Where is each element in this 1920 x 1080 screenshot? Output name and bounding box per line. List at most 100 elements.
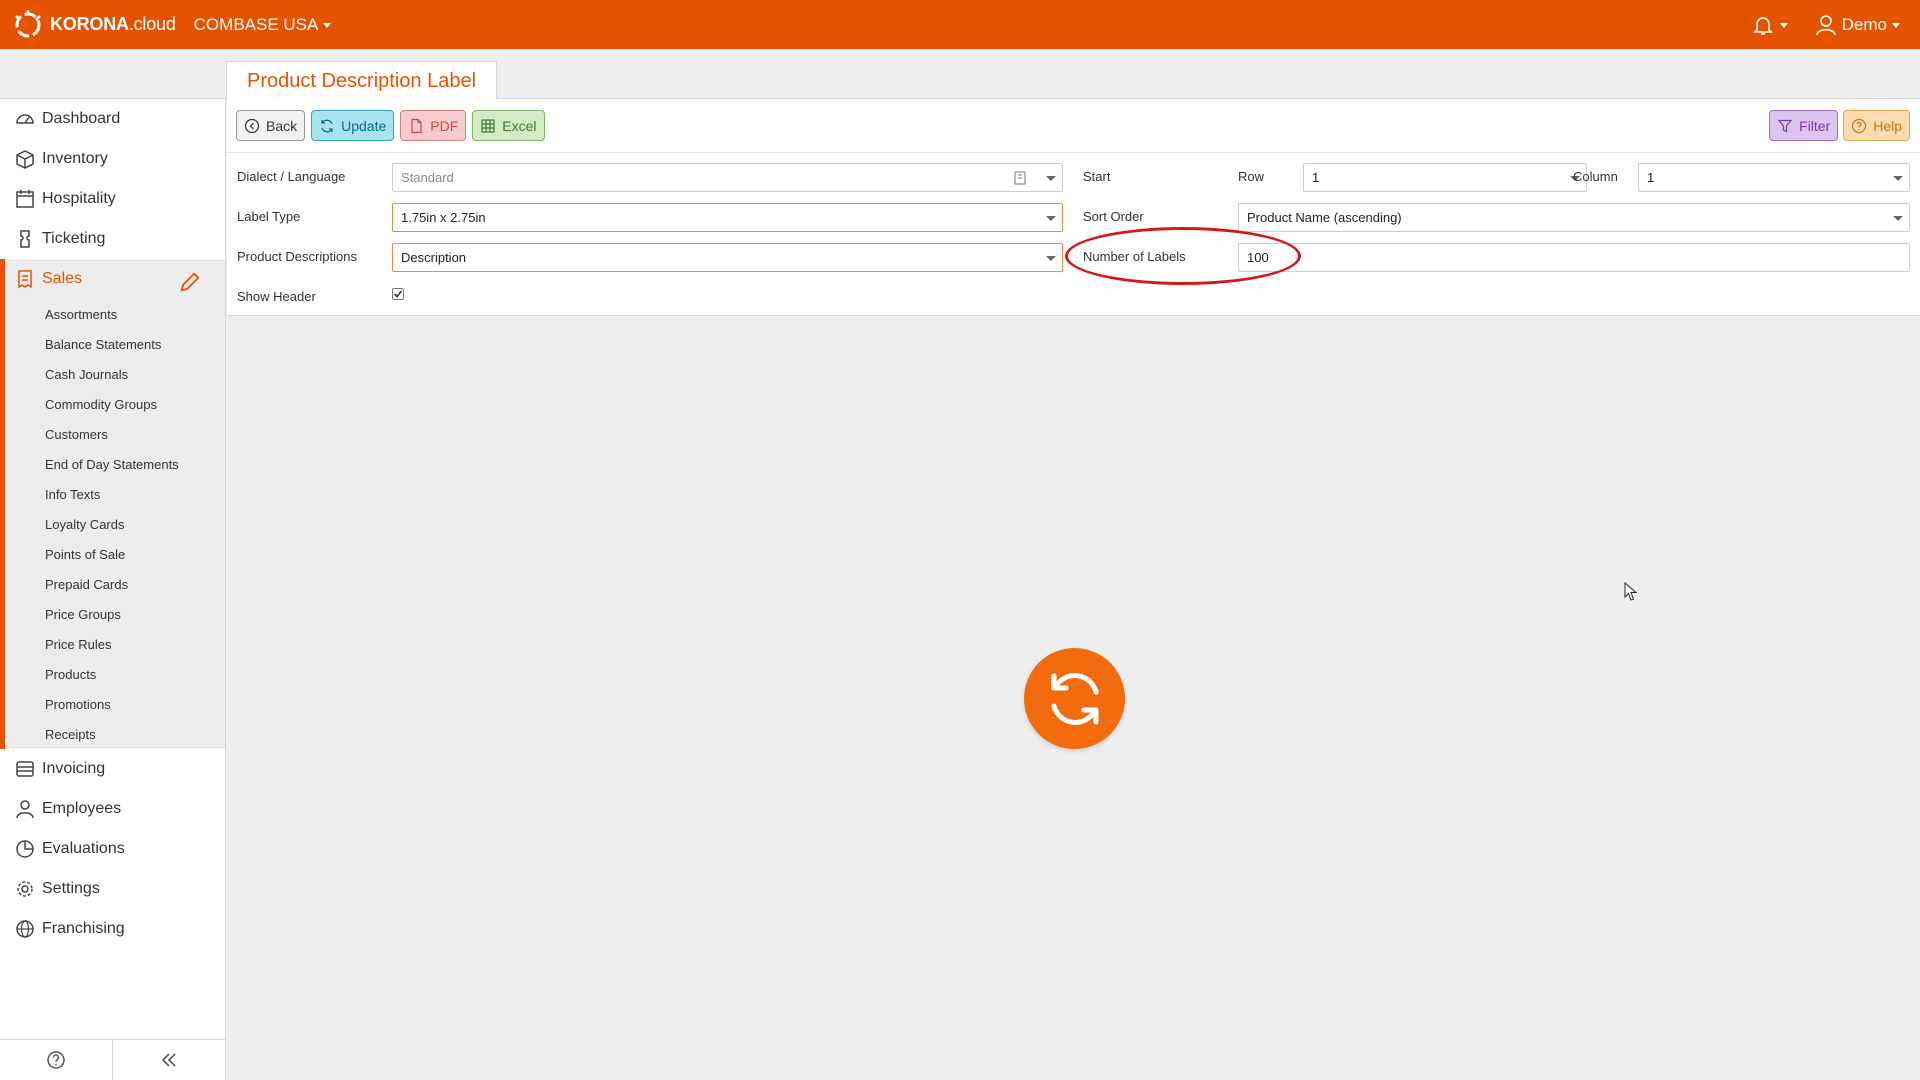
tab-strip: Product Description Label xyxy=(226,49,1920,100)
report-panel: Back Update PDF Excel Filter Help Dialec… xyxy=(227,99,1920,316)
database-icon xyxy=(1014,171,1026,185)
sidebar-subitem-points-of-sale[interactable]: Points of Sale xyxy=(5,539,225,569)
dialect-select[interactable]: Standard xyxy=(392,163,1063,192)
sidebar-subitem-products[interactable]: Products xyxy=(5,659,225,689)
chevron-down-icon xyxy=(1892,23,1900,28)
box-icon xyxy=(16,150,34,169)
toolbar-divider xyxy=(227,152,1920,153)
sidebar-item-label: Hospitality xyxy=(42,190,116,207)
show-header-checkbox[interactable] xyxy=(392,288,404,300)
sidebar-subitem-price-rules[interactable]: Price Rules xyxy=(5,629,225,659)
sidebar-item-ticketing[interactable]: Ticketing xyxy=(0,219,225,259)
collapse-sidebar-button[interactable] xyxy=(112,1040,225,1080)
sidebar-item-franchising[interactable]: Franchising xyxy=(0,909,225,949)
globe-icon xyxy=(16,920,34,938)
sidebar-item-label: Evaluations xyxy=(42,840,125,857)
ticket-icon xyxy=(20,230,30,248)
sidebar-item-sales[interactable]: Sales xyxy=(5,259,225,299)
excel-button[interactable]: Excel xyxy=(472,110,545,141)
sidebar-subitem-price-groups[interactable]: Price Groups xyxy=(5,599,225,629)
dialect-label: Dialect / Language xyxy=(237,169,346,184)
back-button[interactable]: Back xyxy=(236,110,306,141)
sidebar: Dashboard Inventory Hospitality Ticketin… xyxy=(0,98,226,1080)
sort-order-label: Sort Order xyxy=(1083,209,1144,224)
sidebar-item-settings[interactable]: Settings xyxy=(0,869,225,909)
sidebar-subitem-loyalty-cards[interactable]: Loyalty Cards xyxy=(5,509,225,539)
sidebar-subitem-customers[interactable]: Customers xyxy=(5,419,225,449)
sidebar-subitem-end-of-day-statements[interactable]: End of Day Statements xyxy=(5,449,225,479)
user-name: Demo xyxy=(1841,14,1887,34)
double-chevron-left-icon xyxy=(161,1053,176,1067)
sidebar-item-label: Dashboard xyxy=(42,110,121,127)
korona-logo-icon xyxy=(15,9,41,37)
tab-product-description-label[interactable]: Product Description Label xyxy=(226,61,498,100)
sidebar-footer xyxy=(0,1039,225,1080)
start-label: Start xyxy=(1083,169,1111,184)
invoice-icon xyxy=(16,761,34,777)
help-circle-button[interactable] xyxy=(0,1040,112,1080)
help-button[interactable]: Help xyxy=(1843,110,1910,141)
bell-icon xyxy=(1752,16,1773,35)
chevron-down-icon xyxy=(1046,176,1056,181)
sidebar-item-label: Ticketing xyxy=(42,230,106,247)
sidebar-subitem-receipts[interactable]: Receipts xyxy=(5,719,225,749)
filter-button[interactable]: Filter xyxy=(1769,110,1839,141)
back-circle-icon xyxy=(244,118,260,133)
update-button[interactable]: Update xyxy=(311,110,395,141)
question-circle-icon xyxy=(47,1051,65,1069)
sidebar-subitem-info-texts[interactable]: Info Texts xyxy=(5,479,225,509)
chevron-down-icon xyxy=(1779,23,1788,28)
sidebar-item-inventory[interactable]: Inventory xyxy=(0,139,225,179)
sidebar-item-label: Employees xyxy=(42,800,122,817)
file-icon xyxy=(411,118,422,133)
sort-order-select[interactable]: Product Name (ascending) xyxy=(1238,203,1910,232)
employees-icon xyxy=(16,800,34,819)
toolbar: Back Update PDF Excel xyxy=(236,110,545,141)
show-header-label: Show Header xyxy=(237,289,316,304)
sidebar-subitem-assortments[interactable]: Assortments xyxy=(5,299,225,329)
chevron-down-icon xyxy=(1046,256,1056,261)
logo-bold-text: KORONA xyxy=(50,14,129,34)
mouse-cursor-icon xyxy=(1624,582,1638,601)
row-select[interactable]: 1 xyxy=(1303,163,1587,192)
gear-icon xyxy=(17,881,33,897)
notifications-button[interactable] xyxy=(1751,13,1788,37)
sidebar-item-evaluations[interactable]: Evaluations xyxy=(0,829,225,869)
sidebar-item-hospitality[interactable]: Hospitality xyxy=(0,179,225,219)
column-select[interactable]: 1 xyxy=(1638,163,1910,192)
number-of-labels-input[interactable]: 100 xyxy=(1238,243,1910,272)
calendar-icon xyxy=(16,190,34,208)
user-menu[interactable]: Demo xyxy=(1814,13,1900,37)
receipt-icon xyxy=(18,270,32,289)
sidebar-subitem-commodity-groups[interactable]: Commodity Groups xyxy=(5,389,225,419)
refresh-icon xyxy=(1051,672,1098,725)
sidebar-item-invoicing[interactable]: Invoicing xyxy=(0,749,225,789)
product-descriptions-label: Product Descriptions xyxy=(237,249,357,264)
sidebar-item-label: Settings xyxy=(42,880,100,897)
dashboard-icon xyxy=(16,114,34,124)
chevron-down-icon xyxy=(1046,216,1056,221)
chevron-down-icon xyxy=(1893,176,1903,181)
company-selector[interactable]: COMBASE USA xyxy=(194,15,332,35)
sidebar-subitem-balance-statements[interactable]: Balance Statements xyxy=(5,329,225,359)
sidebar-item-employees[interactable]: Employees xyxy=(0,789,225,829)
top-bar: KORONA.cloud COMBASE USA Demo xyxy=(0,0,1920,49)
sidebar-subitem-prepaid-cards[interactable]: Prepaid Cards xyxy=(5,569,225,599)
sidebar-subitem-cash-journals[interactable]: Cash Journals xyxy=(5,359,225,389)
chevron-down-icon xyxy=(1893,216,1903,221)
column-label: Column xyxy=(1573,169,1618,184)
row-label: Row xyxy=(1238,169,1265,184)
sidebar-subitem-promotions[interactable]: Promotions xyxy=(5,689,225,719)
number-of-labels-label: Number of Labels xyxy=(1083,249,1186,264)
loading-spinner xyxy=(1024,648,1125,749)
korona-logo[interactable]: KORONA.cloud xyxy=(8,0,176,49)
sales-section: Sales Assortments Balance Statements Cas… xyxy=(0,259,225,749)
sidebar-item-dashboard[interactable]: Dashboard xyxy=(0,99,225,139)
sidebar-item-label: Inventory xyxy=(42,150,108,167)
pencil-icon[interactable] xyxy=(179,271,201,293)
pdf-button[interactable]: PDF xyxy=(400,110,467,141)
label-type-select[interactable]: 1.75in x 2.75in xyxy=(392,203,1063,232)
sidebar-item-label: Sales xyxy=(42,270,83,287)
question-circle-icon xyxy=(1852,118,1867,133)
product-descriptions-select[interactable]: Description xyxy=(392,243,1063,272)
